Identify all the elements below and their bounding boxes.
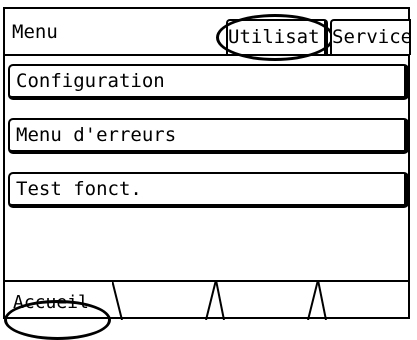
footer-tab-4[interactable] [318, 280, 410, 320]
menu-item-function-test[interactable]: Test fonct. [8, 172, 409, 208]
footer-tab-home-label: Accueil [13, 292, 89, 313]
footer-tab-3-shape [216, 280, 319, 320]
touch-screen: Menu Utilisat. Service Configuration Men… [0, 0, 417, 340]
menu-item-error-menu[interactable]: Menu d'erreurs [8, 118, 409, 154]
footer-tab-home[interactable]: Accueil [5, 280, 113, 320]
tab-utilisateur[interactable]: Utilisat. [226, 19, 331, 55]
footer-tab-2[interactable] [112, 280, 216, 320]
header-divider [5, 54, 409, 56]
page-title: Menu [12, 21, 58, 43]
menu-item-configuration[interactable]: Configuration [8, 64, 409, 100]
footer-tab-4-shape [318, 280, 327, 320]
footer-tab-2-shape [112, 280, 216, 320]
tab-service[interactable]: Service [330, 19, 412, 55]
footer-tab-3[interactable] [216, 280, 320, 320]
